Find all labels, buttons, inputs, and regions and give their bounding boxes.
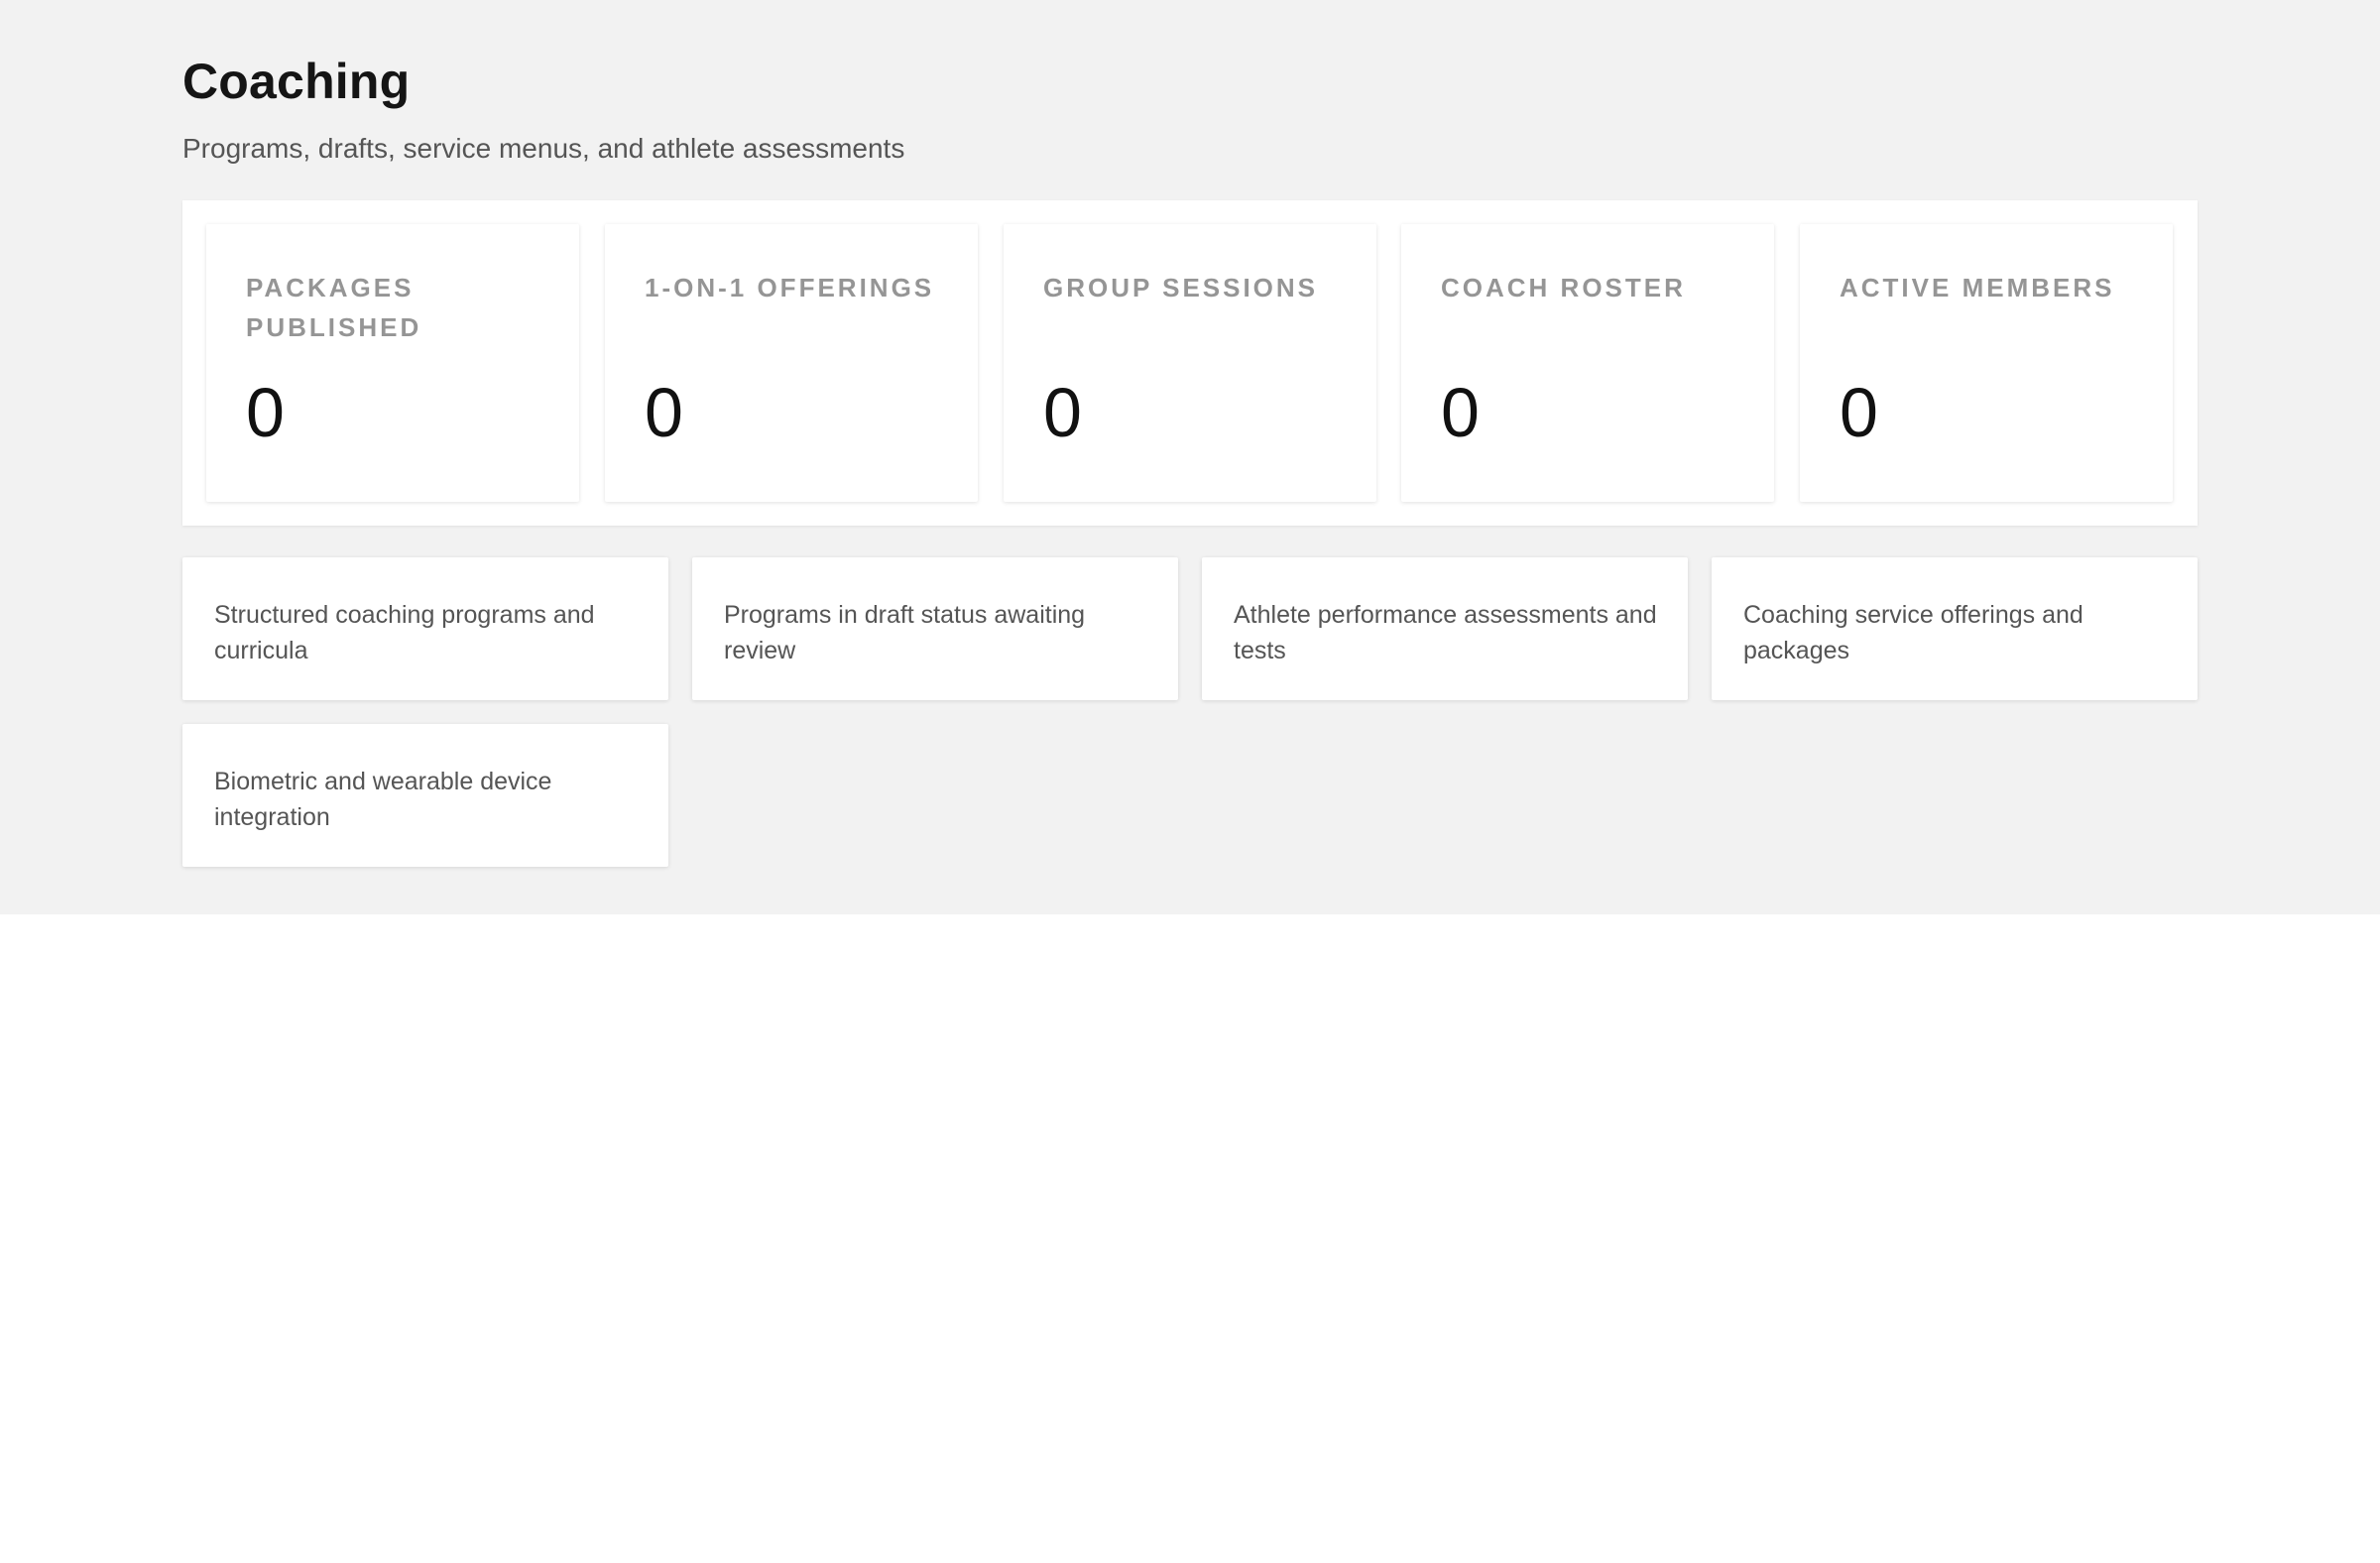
section-description: Biometric and wearable device integratio… (214, 768, 552, 831)
section-card-assessments[interactable]: Athlete performance assessments and test… (1202, 557, 1688, 700)
stat-value: 0 (246, 374, 285, 451)
section-card-wearables[interactable]: Biometric and wearable device integratio… (182, 724, 668, 867)
stat-label: 1-ON-1 OFFERINGS (645, 273, 935, 302)
stat-value: 0 (1840, 374, 1878, 451)
page-title: Coaching (182, 54, 411, 109)
section-description: Athlete performance assessments and test… (1234, 601, 1657, 664)
stat-card-packages-published: PACKAGES PUBLISHED 0 (206, 224, 579, 502)
section-description: Structured coaching programs and curricu… (214, 601, 595, 664)
section-card-drafts[interactable]: Programs in draft status awaiting review (692, 557, 1178, 700)
stats-panel: PACKAGES PUBLISHED 0 1-ON-1 OFFERINGS 0 … (182, 200, 2198, 526)
page-subtitle: Programs, drafts, service menus, and ath… (182, 133, 905, 164)
stat-card-coach-roster: COACH ROSTER 0 (1401, 224, 1774, 502)
section-card-service-menus[interactable]: Coaching service offerings and packages (1712, 557, 2198, 700)
stat-card-active-members: ACTIVE MEMBERS 0 (1800, 224, 2173, 502)
stat-label: COACH ROSTER (1441, 273, 1686, 302)
stat-card-1-on-1-offerings: 1-ON-1 OFFERINGS 0 (605, 224, 978, 502)
section-card-programs[interactable]: Structured coaching programs and curricu… (182, 557, 668, 700)
stat-value: 0 (645, 374, 683, 451)
section-description: Coaching service offerings and packages (1743, 601, 2083, 664)
stat-label: ACTIVE MEMBERS (1840, 273, 2115, 302)
stat-label: PACKAGES PUBLISHED (246, 273, 422, 342)
stat-value: 0 (1441, 374, 1480, 451)
stat-label: GROUP SESSIONS (1043, 273, 1319, 302)
stat-card-group-sessions: GROUP SESSIONS 0 (1004, 224, 1376, 502)
stat-value: 0 (1043, 374, 1082, 451)
section-description: Programs in draft status awaiting review (724, 601, 1086, 664)
